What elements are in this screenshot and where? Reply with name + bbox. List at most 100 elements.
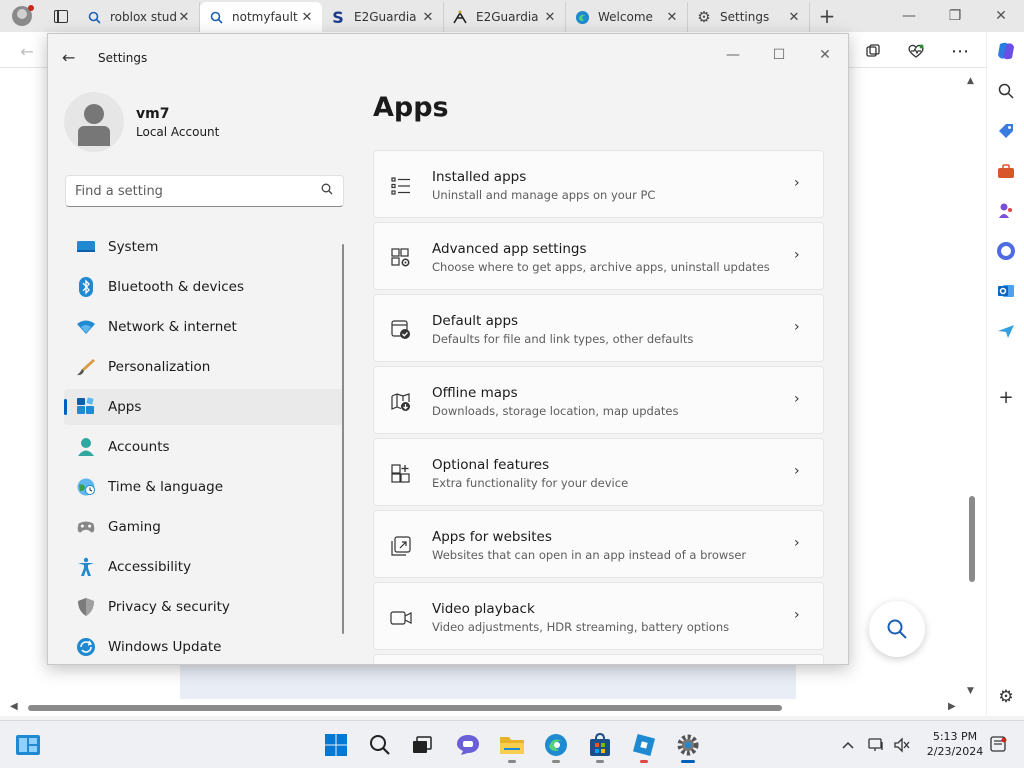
close-icon[interactable]: ✕ (665, 10, 679, 25)
search-input[interactable] (75, 182, 305, 200)
card-installed-apps[interactable]: Installed apps Uninstall and manage apps… (373, 150, 824, 218)
scroll-right-icon[interactable]: ▶ (948, 701, 956, 712)
folder-icon (500, 737, 524, 754)
start-button[interactable] (320, 729, 352, 761)
microsoft-365-icon[interactable] (993, 238, 1019, 264)
profile-button[interactable] (0, 0, 44, 32)
shopping-tag-icon[interactable] (993, 118, 1019, 144)
games-icon[interactable] (993, 198, 1019, 224)
browser-restore-button[interactable]: ❐ (932, 0, 978, 32)
gear-icon[interactable]: ⚙ (993, 684, 1019, 710)
task-view-button[interactable] (406, 729, 438, 761)
taskbar-clock[interactable]: 5:13 PM 2/23/2024 (920, 729, 990, 759)
add-icon[interactable]: + (993, 384, 1019, 410)
edge-button[interactable] (540, 729, 572, 763)
taskbar-search-button[interactable] (364, 729, 396, 761)
card-default-apps[interactable]: Default apps Defaults for file and link … (373, 294, 824, 362)
browser-tab-1[interactable]: notmyfault ✕ (200, 2, 322, 32)
card-apps-for-websites[interactable]: Apps for websites Websites that can open… (373, 510, 824, 578)
browser-essentials-icon[interactable] (903, 38, 929, 64)
card-optional-features[interactable]: Optional features Extra functionality fo… (373, 438, 824, 506)
search-icon[interactable] (321, 183, 333, 198)
copilot-icon[interactable] (993, 38, 1019, 64)
card-title: Advanced app settings (432, 241, 587, 257)
widgets-button[interactable] (12, 729, 44, 761)
nav-label: Network & internet (108, 319, 237, 335)
outlook-icon[interactable] (993, 278, 1019, 304)
user-card[interactable]: vm7 Local Account (64, 92, 354, 162)
browser-tab-0[interactable]: roblox stud ✕ (78, 2, 200, 32)
network-icon[interactable] (862, 729, 890, 761)
roblox-studio-button[interactable] (628, 729, 660, 763)
maximize-button[interactable]: ☐ (756, 40, 802, 70)
collections-icon[interactable] (860, 38, 886, 64)
nav-item-personalization[interactable]: Personalization (64, 349, 344, 385)
volume-muted-icon[interactable] (888, 729, 916, 761)
scroll-up-icon[interactable]: ▲ (967, 76, 974, 86)
web-panel (180, 663, 796, 699)
scroll-down-icon[interactable]: ▼ (967, 686, 974, 696)
chevron-up-icon[interactable] (834, 729, 862, 761)
chevron-right-icon: › (794, 391, 800, 407)
minimize-button[interactable]: — (710, 40, 756, 70)
nav-item-network[interactable]: Network & internet (64, 309, 344, 345)
card-partial[interactable] (373, 654, 824, 664)
browser-tab-2[interactable]: S E2Guardia ✕ (322, 2, 444, 32)
new-tab-button[interactable]: + (810, 4, 844, 28)
nav-item-privacy[interactable]: Privacy & security (64, 589, 344, 625)
app-gear-icon (390, 247, 412, 269)
nav-scrollbar[interactable] (342, 244, 344, 634)
settings-taskbar-button[interactable] (672, 729, 704, 763)
edge-logo-icon (574, 9, 590, 25)
horizontal-scrollbar[interactable]: ◀ ▶ (0, 700, 986, 716)
nav-item-accessibility[interactable]: Accessibility (64, 549, 344, 585)
nav-item-time-language[interactable]: Time & language (64, 469, 344, 505)
windows-logo-icon (325, 734, 347, 756)
search-fab-button[interactable] (869, 601, 925, 657)
map-download-icon (390, 391, 412, 413)
browser-tab-4[interactable]: Welcome ✕ (566, 2, 688, 32)
tab-actions-button[interactable] (44, 0, 78, 32)
scrollbar-thumb[interactable] (969, 496, 975, 582)
list-icon (390, 175, 412, 197)
card-offline-maps[interactable]: Offline maps Downloads, storage location… (373, 366, 824, 434)
browser-close-button[interactable]: ✕ (978, 0, 1024, 32)
nav-item-windows-update[interactable]: Windows Update (64, 629, 344, 664)
nav-item-gaming[interactable]: Gaming (64, 509, 344, 545)
close-icon[interactable]: ✕ (787, 10, 801, 25)
browser-minimize-button[interactable]: — (886, 0, 932, 32)
nav-item-apps[interactable]: Apps (64, 389, 344, 425)
card-video-playback[interactable]: Video playback Video adjustments, HDR st… (373, 582, 824, 650)
close-button[interactable]: ✕ (802, 40, 848, 70)
store-button[interactable] (584, 729, 616, 763)
more-options-icon[interactable]: ⋯ (947, 38, 973, 64)
scroll-left-icon[interactable]: ◀ (10, 701, 18, 712)
vertical-scrollbar[interactable]: ▲ ▼ (964, 76, 980, 696)
card-title: Apps for websites (432, 529, 552, 545)
browser-tab-3[interactable]: E2Guardia ✕ (444, 2, 566, 32)
search-icon[interactable] (993, 78, 1019, 104)
back-button[interactable]: ← (14, 38, 40, 64)
nav-label: Privacy & security (108, 599, 230, 615)
card-advanced-app-settings[interactable]: Advanced app settings Choose where to ge… (373, 222, 824, 290)
notification-icon[interactable] (988, 729, 1010, 761)
tools-icon[interactable] (993, 158, 1019, 184)
browser-tab-5[interactable]: ⚙ Settings ✕ (688, 2, 810, 32)
nav-item-accounts[interactable]: Accounts (64, 429, 344, 465)
nav-item-system[interactable]: System (64, 229, 344, 265)
close-icon[interactable]: ✕ (300, 10, 314, 25)
nav-item-bluetooth[interactable]: Bluetooth & devices (64, 269, 344, 305)
send-icon[interactable] (993, 318, 1019, 344)
clock-date: 2/23/2024 (926, 745, 984, 758)
close-icon[interactable]: ✕ (543, 10, 557, 25)
back-arrow-icon[interactable]: ← (62, 48, 75, 67)
teams-chat-button[interactable] (452, 729, 484, 761)
close-icon[interactable]: ✕ (421, 10, 435, 25)
close-icon[interactable]: ✕ (177, 10, 191, 25)
window-title: Settings (98, 51, 148, 65)
clock-time: 5:13 PM (932, 730, 978, 743)
page-title: Apps (373, 92, 449, 123)
file-explorer-button[interactable] (496, 729, 528, 763)
scrollbar-thumb[interactable] (28, 705, 782, 711)
card-desc: Defaults for file and link types, other … (432, 332, 694, 346)
